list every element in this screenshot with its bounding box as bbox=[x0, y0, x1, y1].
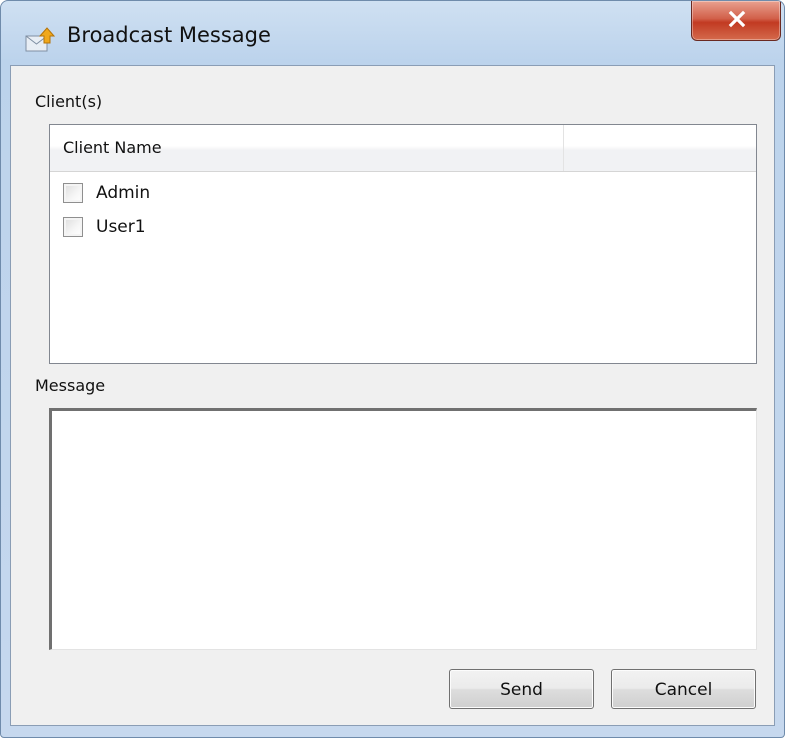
window-title: Broadcast Message bbox=[67, 23, 271, 47]
send-button[interactable]: Send bbox=[449, 669, 594, 709]
client-name-label: User1 bbox=[96, 217, 146, 237]
client-name-label: Admin bbox=[96, 183, 151, 203]
client-row-user1[interactable]: User1 bbox=[63, 213, 663, 241]
title-bar[interactable]: Broadcast Message bbox=[1, 1, 784, 65]
message-input[interactable] bbox=[49, 408, 757, 650]
cancel-button[interactable]: Cancel bbox=[611, 669, 756, 709]
client-checkbox-admin[interactable] bbox=[63, 183, 83, 203]
column-header-client-name[interactable]: Client Name bbox=[50, 125, 564, 171]
broadcast-message-dialog: Broadcast Message Client(s) Client Name … bbox=[0, 0, 785, 738]
clients-label: Client(s) bbox=[35, 92, 103, 111]
dialog-body: Client(s) Client Name Admin User1 Messag… bbox=[10, 65, 775, 726]
close-icon bbox=[728, 10, 746, 28]
message-label: Message bbox=[35, 376, 106, 395]
column-header-empty[interactable] bbox=[564, 125, 756, 171]
mail-send-icon bbox=[25, 27, 56, 53]
client-list-header: Client Name bbox=[50, 125, 756, 172]
close-button[interactable] bbox=[691, 1, 781, 41]
client-checkbox-user1[interactable] bbox=[63, 217, 83, 237]
client-list[interactable]: Client Name Admin User1 bbox=[49, 124, 757, 364]
client-row-admin[interactable]: Admin bbox=[63, 179, 663, 207]
